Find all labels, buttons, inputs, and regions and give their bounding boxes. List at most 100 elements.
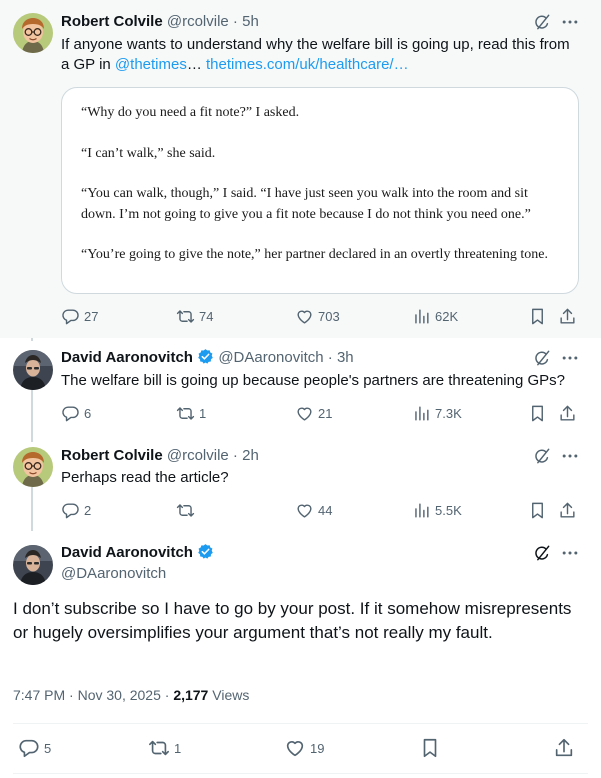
repost-icon [176, 404, 195, 423]
mention-link[interactable]: @thetimes [115, 56, 187, 73]
share-button[interactable] [558, 403, 581, 423]
bookmark-button[interactable] [419, 736, 445, 760]
bookmark-icon [419, 737, 441, 759]
author-name[interactable]: David Aaronovitch [61, 349, 193, 366]
reply-count: 27 [84, 308, 99, 324]
views-button[interactable]: 62K [412, 306, 458, 326]
like-count: 44 [318, 502, 333, 518]
author-name[interactable]: David Aaronovitch [61, 544, 193, 561]
grok-icon[interactable] [532, 348, 552, 368]
bookmark-icon [528, 307, 547, 326]
like-button[interactable]: 44 [295, 500, 332, 520]
tweet-text: The welfare bill is going up because peo… [61, 372, 566, 389]
tweet-text: I don’t subscribe so I have to go by you… [13, 599, 572, 642]
like-button[interactable]: 703 [295, 306, 340, 326]
reply-button[interactable]: 6 [61, 403, 91, 423]
like-button[interactable]: 21 [295, 403, 332, 423]
reply-count: 2 [84, 502, 92, 518]
views-button[interactable]: 7.3K [412, 403, 462, 423]
reply-button[interactable]: 5 [18, 736, 51, 760]
author-name[interactable]: Robert Colvile [61, 13, 163, 30]
views-count: 62K [435, 308, 459, 324]
separator: · [323, 349, 337, 366]
author-handle[interactable]: @DAaronovitch [61, 565, 166, 582]
timestamp[interactable]: 7:47 PM · Nov 30, 2025 · [13, 687, 173, 703]
action-bar: 2 44 5.5K [61, 500, 581, 520]
share-button[interactable] [558, 306, 581, 326]
tweet-text: If anyone wants to understand why the we… [61, 35, 581, 75]
share-button[interactable] [558, 500, 581, 520]
grok-icon[interactable] [532, 446, 552, 466]
share-button[interactable] [553, 736, 579, 760]
more-icon[interactable] [560, 543, 580, 563]
article-link[interactable]: thetimes.com/uk/healthcare/… [206, 56, 409, 73]
bookmark-icon [528, 501, 547, 520]
avatar[interactable] [13, 447, 53, 487]
author-handle[interactable]: @rcolvile [167, 447, 229, 464]
reply-icon [61, 501, 80, 520]
card-paragraph: “You’re going to give the note,” her par… [81, 247, 549, 262]
divider [13, 773, 588, 774]
tweet[interactable]: Robert Colvile @rcolvile · 2h Perhaps re… [0, 436, 601, 533]
tweet-header: Robert Colvile @rcolvile · 2h [61, 446, 259, 466]
bookmark-icon [528, 404, 547, 423]
verified-icon [197, 543, 214, 560]
bookmark-button[interactable] [528, 403, 551, 423]
repost-button[interactable]: 1 [148, 736, 181, 760]
timestamp[interactable]: 5h [242, 13, 259, 30]
reply-button[interactable]: 2 [61, 500, 91, 520]
share-icon [553, 737, 575, 759]
views-label: Views [208, 687, 250, 703]
author-handle-row: @DAaronovitch [61, 564, 166, 584]
like-count: 21 [318, 405, 333, 421]
repost-button[interactable]: 1 [176, 403, 206, 423]
verified-icon [197, 348, 214, 365]
card-paragraph: “You can walk, though,” I said. “I have … [81, 186, 531, 222]
action-bar: 6 1 21 7.3K [61, 403, 581, 423]
author-handle[interactable]: @DAaronovitch [218, 349, 323, 366]
tweet-text: Perhaps read the article? [61, 469, 229, 486]
tweet[interactable]: David Aaronovitch @DAaronovitch · 3h The… [0, 338, 601, 436]
timestamp[interactable]: 3h [337, 349, 354, 366]
tweet-meta: 7:47 PM · Nov 30, 2025 · 2,177 Views [13, 687, 249, 703]
more-icon[interactable] [560, 12, 580, 32]
reply-button[interactable]: 27 [61, 306, 98, 326]
tweet-header: David Aaronovitch @DAaronovitch · 3h [61, 348, 354, 368]
grok-icon[interactable] [532, 543, 552, 563]
like-icon [295, 307, 314, 326]
share-icon [558, 404, 577, 423]
like-button[interactable]: 19 [284, 736, 324, 760]
quote-card[interactable]: “Why do you need a fit note?” I asked. “… [61, 87, 579, 294]
views-count: 7.3K [435, 405, 462, 421]
bookmark-button[interactable] [528, 306, 551, 326]
tweet-header: Robert Colvile @rcolvile · 5h [61, 12, 259, 32]
reply-count: 5 [44, 740, 52, 756]
like-count: 19 [310, 740, 325, 756]
more-icon[interactable] [560, 446, 580, 466]
tweet[interactable]: Robert Colvile @rcolvile · 5h If anyone … [0, 0, 601, 338]
ellipsis: … [186, 56, 207, 73]
author-name[interactable]: Robert Colvile [61, 447, 163, 464]
repost-count: 74 [199, 308, 214, 324]
separator: · [228, 13, 243, 30]
repost-count: 1 [199, 405, 207, 421]
repost-button[interactable]: 74 [176, 306, 213, 326]
avatar[interactable] [13, 350, 53, 390]
repost-icon [176, 501, 195, 520]
views-button[interactable]: 5.5K [412, 500, 462, 520]
reply-count: 6 [84, 405, 92, 421]
like-icon [295, 404, 314, 423]
bookmark-button[interactable] [528, 500, 551, 520]
like-icon [295, 501, 314, 520]
avatar[interactable] [13, 13, 53, 53]
timestamp[interactable]: 2h [242, 447, 259, 464]
share-icon [558, 307, 577, 326]
card-paragraph: “Why do you need a fit note?” I asked. [81, 105, 300, 120]
reply-icon [61, 307, 80, 326]
more-icon[interactable] [560, 348, 580, 368]
author-handle[interactable]: @rcolvile [167, 13, 229, 30]
grok-icon[interactable] [532, 12, 552, 32]
repost-icon [148, 737, 170, 759]
avatar[interactable] [13, 545, 53, 585]
repost-button[interactable] [176, 500, 199, 520]
